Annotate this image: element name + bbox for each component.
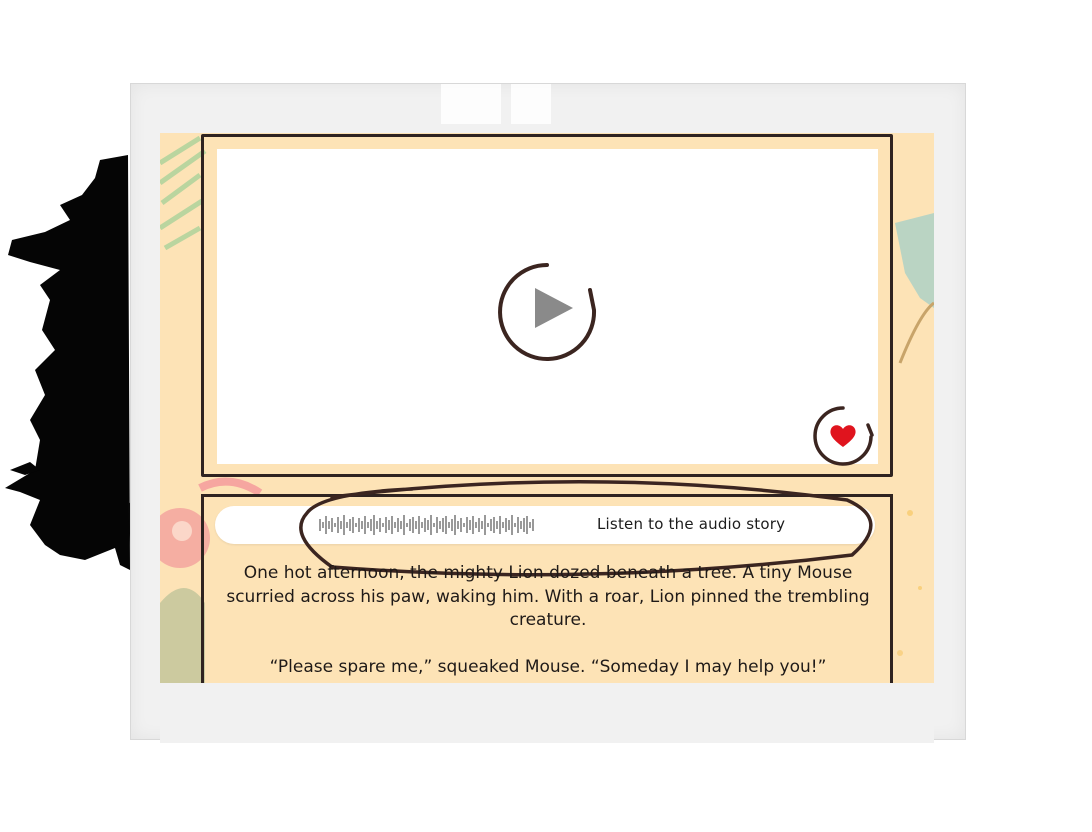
play-button[interactable] bbox=[495, 260, 599, 364]
favorite-button[interactable] bbox=[812, 405, 876, 469]
frame-bottom-edge bbox=[160, 683, 934, 743]
audio-story-label: Listen to the audio story bbox=[597, 515, 786, 533]
story-text: One hot afternoon, the mighty Lion dozed… bbox=[214, 562, 882, 679]
tape-glare bbox=[511, 84, 551, 124]
tape-glare bbox=[441, 84, 501, 124]
story-paragraph: “Please spare me,” squeaked Mouse. “Some… bbox=[269, 656, 827, 677]
story-paragraph: One hot afternoon, the mighty Lion dozed… bbox=[226, 563, 870, 630]
waveform-icon bbox=[319, 515, 534, 535]
